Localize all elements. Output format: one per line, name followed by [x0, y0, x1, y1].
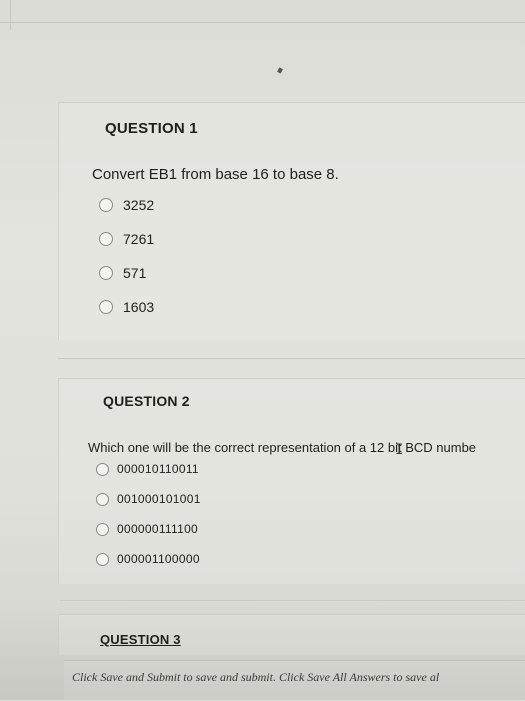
question-1-option-2[interactable]: 7261: [99, 231, 154, 247]
question-1-prompt: Convert EB1 from base 16 to base 8.: [92, 166, 339, 183]
option-label: 3252: [123, 197, 155, 213]
radio-button[interactable]: [96, 492, 109, 506]
radio-button[interactable]: [96, 522, 109, 536]
radio-button[interactable]: [99, 198, 113, 212]
radio-button[interactable]: [99, 266, 113, 280]
option-label: 1603: [123, 299, 155, 315]
option-label: 571: [123, 265, 147, 281]
option-label: 000001100000: [117, 552, 200, 566]
question-2-option-3[interactable]: 000000111100: [96, 522, 198, 536]
question-2-title: QUESTION 2: [103, 393, 190, 409]
question-2-prompt: Which one will be the correct representa…: [88, 440, 477, 455]
text-cursor-icon: I: [395, 442, 404, 458]
section-divider: [58, 358, 525, 359]
page-left-border: [10, 0, 11, 30]
question-3-title: QUESTION 3: [100, 632, 181, 647]
radio-button[interactable]: [96, 552, 109, 566]
radio-button[interactable]: [99, 300, 113, 314]
mouse-pointer-icon: [277, 67, 283, 74]
radio-button[interactable]: [99, 232, 113, 246]
question-2-option-4[interactable]: 000001100000: [96, 552, 200, 566]
question-1-option-4[interactable]: 1603: [99, 299, 154, 315]
option-label: 7261: [123, 231, 155, 247]
question-1-title: QUESTION 1: [105, 120, 198, 137]
radio-button[interactable]: [96, 462, 109, 476]
question-2-option-1[interactable]: 000010110011: [96, 462, 199, 476]
option-label: 000010110011: [117, 462, 199, 476]
section-divider: [60, 600, 525, 601]
page-top-border: [0, 22, 525, 23]
option-label: 001000101001: [117, 492, 201, 506]
submit-instruction-text: Click Save and Submit to save and submit…: [72, 670, 440, 684]
question-1-option-3[interactable]: 571: [99, 265, 146, 281]
question-2-option-2[interactable]: 001000101001: [96, 492, 201, 506]
option-label: 000000111100: [117, 522, 199, 536]
question-1-option-1[interactable]: 3252: [99, 197, 154, 213]
